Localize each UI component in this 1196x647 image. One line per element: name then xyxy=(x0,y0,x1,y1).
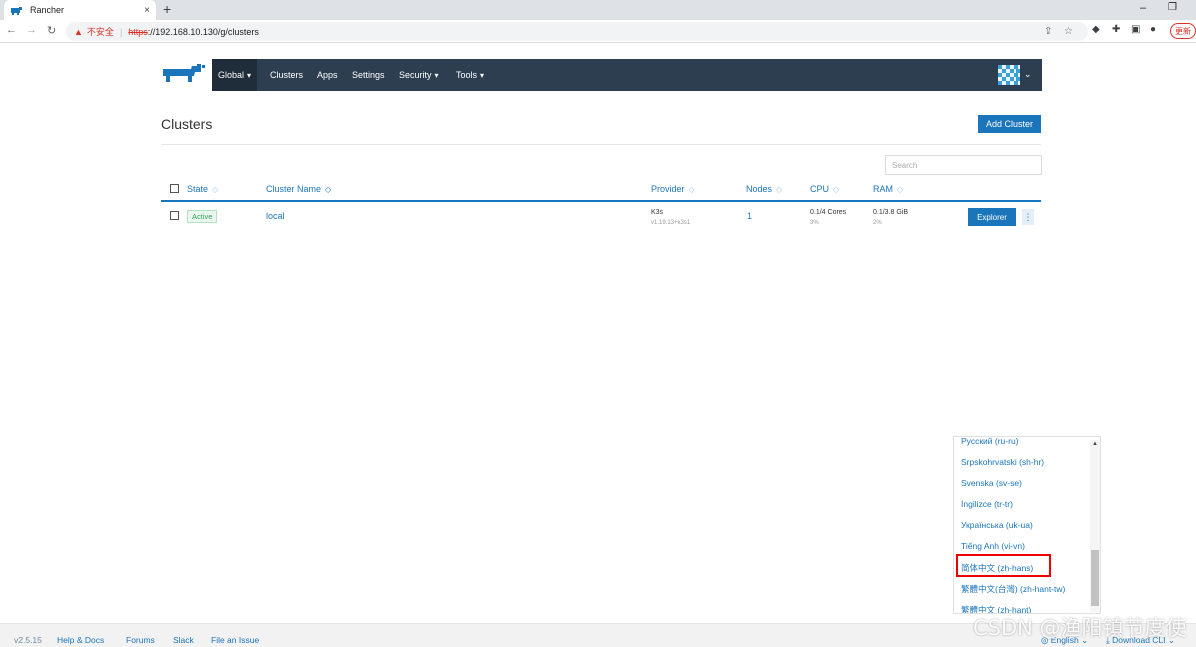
provider-name: K3s xyxy=(651,209,664,216)
new-tab-button[interactable]: + xyxy=(163,1,171,17)
scroll-up-arrow-icon[interactable]: ▲ xyxy=(1092,441,1098,447)
sort-icon: ◇ xyxy=(897,185,904,194)
chevron-down-icon: ▾ xyxy=(434,70,439,80)
language-option-uk-ua[interactable]: Українська (uk-ua) xyxy=(961,520,1033,530)
insecure-label: 不安全 xyxy=(86,27,114,37)
help-docs-link[interactable]: Help & Docs xyxy=(57,635,104,645)
slack-link[interactable]: Slack xyxy=(173,635,194,645)
column-header-state-label: State xyxy=(187,184,209,194)
language-option-zh-hant-tw[interactable]: 繁體中文(台灣) (zh-hant-tw) xyxy=(961,583,1065,595)
nav-apps[interactable]: Apps xyxy=(311,59,344,91)
page-title: Clusters xyxy=(161,116,213,132)
column-header-cpu-label: CPU xyxy=(810,184,830,194)
column-header-provider[interactable]: Provider ◇ xyxy=(651,184,695,194)
version-label[interactable]: v2.5.15 xyxy=(14,635,42,645)
sort-icon: ◇ xyxy=(833,185,840,194)
puzzle-icon[interactable]: ✚ xyxy=(1112,24,1120,35)
chevron-down-icon: ▾ xyxy=(480,70,485,80)
status-badge: Active xyxy=(187,210,218,223)
browser-tabstrip: Rancher × + – ❐ xyxy=(0,0,1196,20)
language-option-sv-se[interactable]: Svenska (sv-se) xyxy=(961,478,1022,488)
back-arrow-icon[interactable]: ← xyxy=(6,24,17,36)
share-icon[interactable]: ⇪ xyxy=(1044,26,1052,37)
nav-tools[interactable]: Tools ▾ xyxy=(450,59,490,91)
language-dropdown-menu: Русский (ru-ru) Srpskohrvatski (sh-hr) S… xyxy=(953,436,1101,614)
column-header-state[interactable]: State ◇ xyxy=(187,184,218,194)
nav-settings-label: Settings xyxy=(352,70,385,80)
divider xyxy=(161,144,1041,145)
forward-arrow-icon[interactable]: → xyxy=(26,24,37,36)
nav-settings[interactable]: Settings xyxy=(346,59,391,91)
cluster-name-link[interactable]: local xyxy=(266,211,285,221)
sort-icon: ◇ xyxy=(776,185,783,194)
nav-global[interactable]: Global ▾ xyxy=(212,59,258,91)
provider-version: v1.19.13+k3s1 xyxy=(651,220,691,226)
bookmark-star-icon[interactable]: ☆ xyxy=(1064,26,1073,37)
selection-highlight-box xyxy=(956,554,1051,577)
url-path: ://192.168.10.130/g/clusters xyxy=(147,26,259,37)
nodes-count-link[interactable]: 1 xyxy=(747,211,752,221)
warning-triangle-icon: ▲ xyxy=(74,26,83,37)
table-header-rule xyxy=(161,200,1041,202)
nav-apps-label: Apps xyxy=(317,70,338,80)
avatar-chevron-down-icon[interactable]: ⌄ xyxy=(1024,69,1032,80)
profile-icon[interactable]: ● xyxy=(1150,24,1156,35)
ram-usage: 0.1/3.8 GiB xyxy=(873,209,909,216)
nav-clusters-label: Clusters xyxy=(270,70,304,80)
separator: | xyxy=(119,26,123,37)
language-option-sh-hr[interactable]: Srpskohrvatski (sh-hr) xyxy=(961,457,1044,467)
nav-global-label: Global xyxy=(218,70,245,80)
column-header-cpu[interactable]: CPU ◇ xyxy=(810,184,839,194)
ram-percent: 2% xyxy=(873,220,882,226)
restore-window-icon[interactable]: ❐ xyxy=(1168,2,1177,13)
url-scheme: https xyxy=(128,26,148,37)
column-header-ram[interactable]: RAM ◇ xyxy=(873,184,903,194)
more-actions-icon[interactable]: ⋮ xyxy=(1022,209,1034,225)
explorer-button[interactable]: Explorer xyxy=(968,208,1016,226)
select-all-checkbox[interactable] xyxy=(170,184,179,193)
rancher-favicon-icon xyxy=(11,7,22,15)
update-button[interactable]: 更新 xyxy=(1170,23,1196,39)
column-header-cluster-name-label: Cluster Name xyxy=(266,184,322,194)
nav-security-label: Security xyxy=(399,70,432,80)
extension-icon[interactable]: ◆ xyxy=(1092,24,1100,35)
minimize-icon[interactable]: – xyxy=(1140,2,1146,14)
row-checkbox[interactable] xyxy=(170,211,179,220)
close-tab-icon[interactable]: × xyxy=(144,5,150,16)
column-header-ram-label: RAM xyxy=(873,184,893,194)
browser-tab[interactable]: Rancher × xyxy=(4,0,156,20)
column-header-nodes[interactable]: Nodes ◇ xyxy=(746,184,782,194)
cpu-percent: 3% xyxy=(810,220,819,226)
sort-icon: ◇ xyxy=(212,185,219,194)
nav-clusters[interactable]: Clusters xyxy=(264,59,309,91)
top-navigation: Global ▾ Clusters Apps Settings Security… xyxy=(212,59,1042,91)
column-header-cluster-name[interactable]: Cluster Name ◇ xyxy=(266,184,331,194)
add-cluster-button[interactable]: Add Cluster xyxy=(978,115,1041,133)
sidepanel-icon[interactable]: ▣ xyxy=(1131,24,1140,35)
nav-security[interactable]: Security ▾ xyxy=(393,59,445,91)
tab-title: Rancher xyxy=(30,5,65,15)
search-input[interactable]: Search xyxy=(885,155,1042,175)
browser-toolbar: ← → ↻ ▲ 不安全 | https ://192.168.10.130/g/… xyxy=(0,20,1196,43)
nav-tools-label: Tools xyxy=(456,70,478,80)
forums-link[interactable]: Forums xyxy=(126,635,155,645)
language-option-vi-vn[interactable]: Tiếng Anh (vi-vn) xyxy=(961,541,1025,551)
language-option-tr-tr[interactable]: İngilizce (tr-tr) xyxy=(961,499,1013,509)
scrollbar-thumb[interactable] xyxy=(1091,550,1099,606)
csdn-watermark: CSDN @渔阳镇节度使 xyxy=(973,616,1187,640)
cpu-usage: 0.1/4 Cores xyxy=(810,209,847,216)
column-header-provider-label: Provider xyxy=(651,184,685,194)
rancher-logo-icon[interactable] xyxy=(161,63,205,85)
reload-icon[interactable]: ↻ xyxy=(47,24,56,37)
chevron-down-icon: ▾ xyxy=(247,70,252,80)
address-bar[interactable]: ▲ 不安全 | https ://192.168.10.130/g/cluste… xyxy=(66,22,1088,41)
column-header-nodes-label: Nodes xyxy=(746,184,773,194)
language-option-ru-ru[interactable]: Русский (ru-ru) xyxy=(961,437,1019,446)
sort-icon: ◇ xyxy=(325,185,332,194)
user-avatar[interactable] xyxy=(998,65,1020,85)
file-issue-link[interactable]: File an Issue xyxy=(211,635,259,645)
sort-icon: ◇ xyxy=(688,185,695,194)
